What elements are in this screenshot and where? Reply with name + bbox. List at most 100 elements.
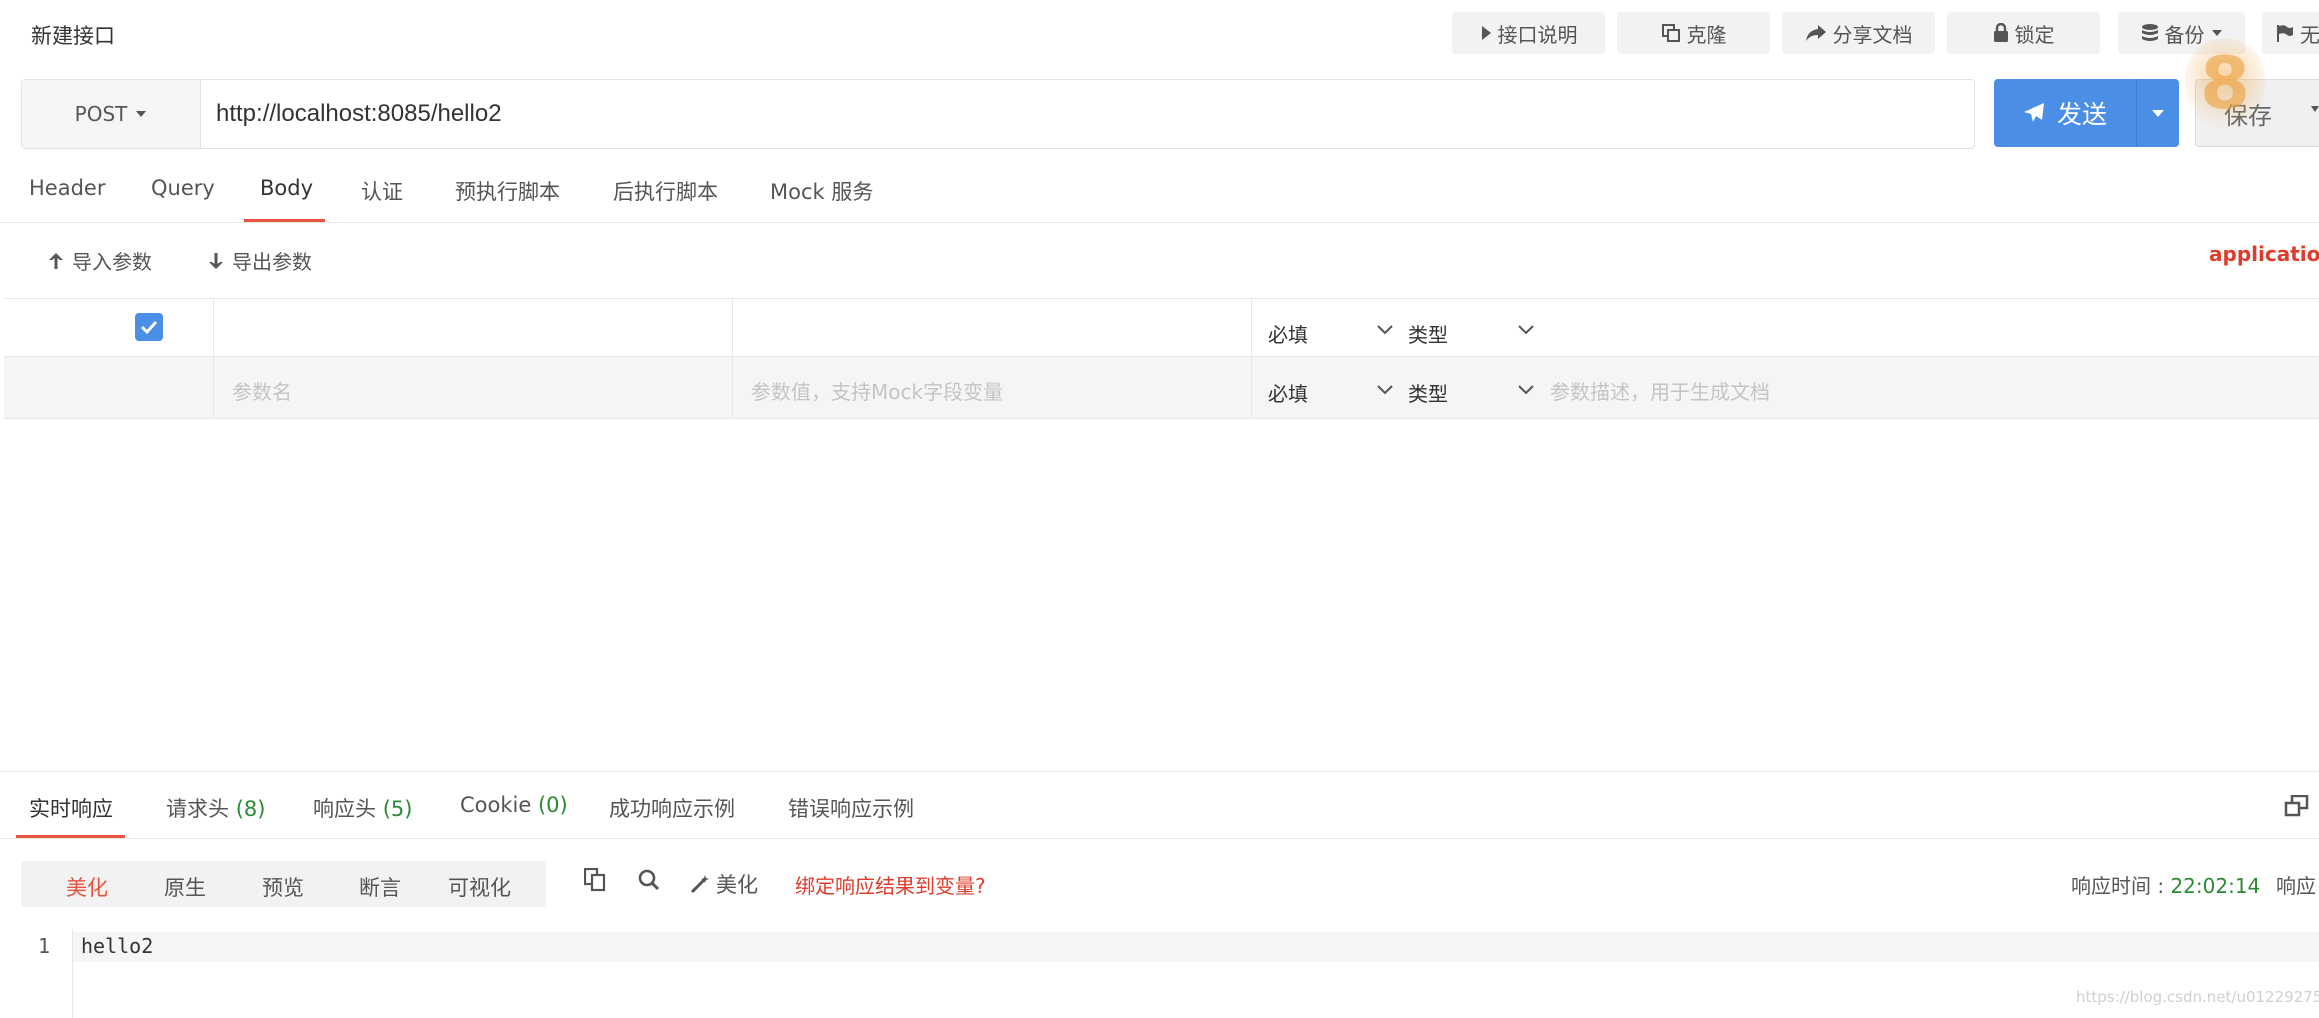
paper-plane-icon xyxy=(2023,102,2045,124)
tab-label: Cookie xyxy=(460,793,532,817)
format-preview[interactable]: 预览 xyxy=(262,872,304,902)
send-options-button[interactable] xyxy=(2136,79,2179,147)
tabs-divider xyxy=(0,222,2319,223)
tab-label: 请求头 xyxy=(166,797,229,821)
tab-mock-service[interactable]: Mock 服务 xyxy=(770,176,873,206)
format-visualize[interactable]: 可视化 xyxy=(448,872,511,902)
share-doc-button[interactable]: 分享文档 xyxy=(1782,12,1935,54)
table-line xyxy=(4,418,2319,419)
line-number: 1 xyxy=(38,934,51,958)
tab-label: 响应头 xyxy=(313,797,376,821)
param-name-input[interactable]: 参数名 xyxy=(232,376,292,405)
response-status-label: 响应 xyxy=(2276,874,2316,898)
tab-query[interactable]: Query xyxy=(151,176,215,200)
response-tabs-divider xyxy=(0,838,2319,839)
lock-icon xyxy=(1993,23,2009,43)
import-params-button[interactable]: 导入参数 xyxy=(48,246,152,275)
table-line xyxy=(4,356,2319,357)
method-label: POST xyxy=(74,102,128,126)
format-beautify[interactable]: 美化 xyxy=(66,872,108,902)
tab-body[interactable]: Body xyxy=(260,176,313,200)
content-type-selector[interactable]: application xyxy=(2209,242,2319,266)
caret-down-icon xyxy=(2151,109,2165,118)
chevron-down-icon[interactable] xyxy=(1518,325,1534,335)
url-input[interactable] xyxy=(216,80,1956,148)
table-col-divider xyxy=(213,298,214,418)
active-response-tab-indicator xyxy=(16,835,125,838)
url-bar: POST xyxy=(21,79,1975,149)
count-badge: (8) xyxy=(235,797,266,821)
send-label: 发送 xyxy=(2056,100,2107,129)
caret-down-icon xyxy=(135,110,147,118)
response-time-value: 22:02:14 xyxy=(2170,874,2261,898)
api-doc-button[interactable]: 接口说明 xyxy=(1452,12,1605,54)
required-select[interactable]: 必填 xyxy=(1268,378,1308,407)
response-time-label: 响应时间 : xyxy=(2071,874,2171,898)
more-button[interactable]: 无 xyxy=(2262,12,2319,54)
count-badge: (5) xyxy=(382,797,413,821)
magic-wand-icon xyxy=(690,874,710,894)
method-select[interactable]: POST xyxy=(22,80,201,148)
flag-icon xyxy=(2276,24,2294,42)
code-gutter-divider xyxy=(72,930,73,1018)
table-col-divider xyxy=(732,298,733,418)
format-assert[interactable]: 断言 xyxy=(359,872,401,902)
window-restore-icon[interactable] xyxy=(2284,795,2310,817)
share-icon xyxy=(1805,24,1827,42)
copy-icon[interactable] xyxy=(584,868,606,892)
select-all-checkbox[interactable] xyxy=(135,313,163,341)
clone-label: 克隆 xyxy=(1686,22,1727,47)
api-doc-label: 接口说明 xyxy=(1497,22,1578,47)
tab-cookie[interactable]: Cookie (0) xyxy=(460,793,568,817)
tab-request-headers[interactable]: 请求头 (8) xyxy=(166,793,265,823)
chevron-down-icon[interactable] xyxy=(1518,385,1534,395)
backup-label: 备份 xyxy=(2164,22,2205,47)
response-divider xyxy=(0,771,2319,772)
response-time: 响应时间 : 22:02:14 xyxy=(2071,870,2260,899)
export-params-button[interactable]: 导出参数 xyxy=(208,246,312,275)
caret-down-icon xyxy=(2211,29,2223,37)
required-header[interactable]: 必填 xyxy=(1268,319,1308,348)
share-doc-label: 分享文档 xyxy=(1832,22,1913,47)
save-options-caret[interactable] xyxy=(2310,105,2319,113)
chevron-down-icon[interactable] xyxy=(1377,385,1393,395)
param-desc-input[interactable]: 参数描述，用于生成文档 xyxy=(1550,376,1770,405)
response-body-text[interactable]: hello2 xyxy=(81,934,153,958)
chevron-down-icon[interactable] xyxy=(1377,325,1393,335)
tab-header[interactable]: Header xyxy=(29,176,105,200)
copy-icon xyxy=(1661,23,1681,43)
active-tab-indicator xyxy=(244,219,325,222)
tab-post-script[interactable]: 后执行脚本 xyxy=(613,176,718,206)
arrow-up-icon xyxy=(48,252,64,270)
beautify-button[interactable]: 美化 xyxy=(690,869,758,899)
send-button[interactable]: 发送 xyxy=(1994,79,2136,147)
param-value-input[interactable]: 参数值，支持Mock字段变量 xyxy=(751,376,1003,405)
code-line-highlight xyxy=(73,932,2319,962)
tab-success-example[interactable]: 成功响应示例 xyxy=(609,793,735,823)
watermark: https://blog.csdn.net/u012292754 xyxy=(2076,988,2319,1006)
format-raw[interactable]: 原生 xyxy=(164,872,206,902)
clone-button[interactable]: 克隆 xyxy=(1617,12,1770,54)
bind-result-link[interactable]: 绑定响应结果到变量? xyxy=(795,870,986,899)
count-badge: (0) xyxy=(537,793,568,817)
badge-overlay: 8 xyxy=(2185,38,2265,128)
tab-error-example[interactable]: 错误响应示例 xyxy=(788,793,914,823)
table-col-divider xyxy=(1251,298,1252,418)
tab-response-headers[interactable]: 响应头 (5) xyxy=(313,793,412,823)
database-icon xyxy=(2141,23,2159,43)
arrow-down-icon xyxy=(208,252,224,270)
page-title: 新建接口 xyxy=(31,24,115,48)
export-params-label: 导出参数 xyxy=(232,250,312,274)
lock-label: 锁定 xyxy=(2014,22,2055,47)
import-params-label: 导入参数 xyxy=(72,250,152,274)
tab-realtime-response[interactable]: 实时响应 xyxy=(29,793,113,823)
type-select[interactable]: 类型 xyxy=(1408,378,1448,407)
more-label: 无 xyxy=(2300,22,2319,47)
tab-pre-script[interactable]: 预执行脚本 xyxy=(455,176,560,206)
search-icon[interactable] xyxy=(638,868,660,892)
tab-auth[interactable]: 认证 xyxy=(361,176,403,206)
lock-button[interactable]: 锁定 xyxy=(1947,12,2100,54)
table-line xyxy=(4,298,2319,299)
type-header[interactable]: 类型 xyxy=(1408,319,1448,348)
new-param-row xyxy=(4,357,2319,418)
